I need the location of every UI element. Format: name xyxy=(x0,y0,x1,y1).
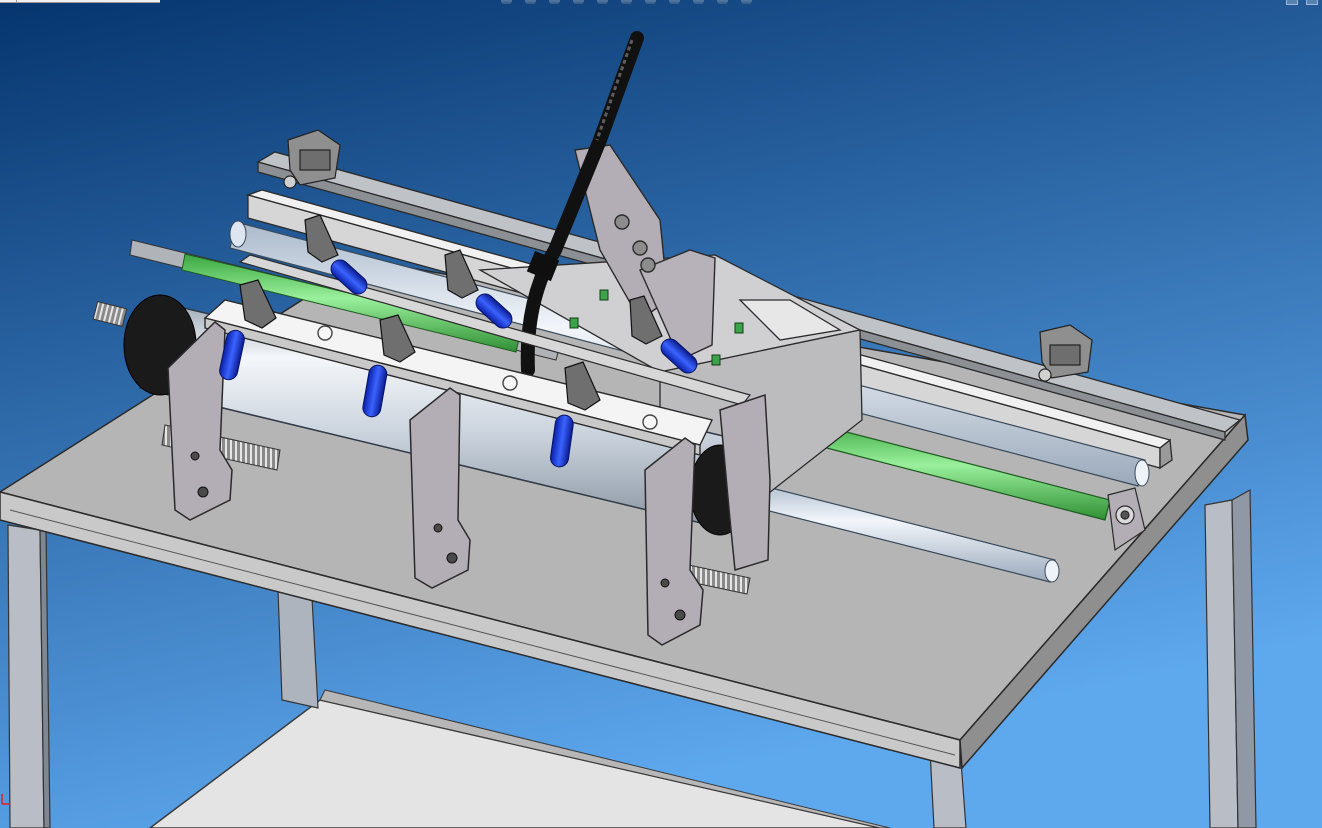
heads-up-view-toolbar xyxy=(500,0,754,7)
realview-icon[interactable] xyxy=(740,0,754,5)
hide-show-items-icon[interactable] xyxy=(644,0,658,5)
view-settings-icon[interactable] xyxy=(716,0,730,5)
restore-icon[interactable] xyxy=(1286,0,1298,5)
graphics-viewport[interactable] xyxy=(0,0,1322,828)
zoom-to-fit-icon[interactable] xyxy=(500,0,514,5)
display-style-icon[interactable] xyxy=(620,0,634,5)
window-controls xyxy=(1286,0,1318,5)
close-icon[interactable] xyxy=(1306,0,1318,5)
section-view-icon[interactable] xyxy=(572,0,586,5)
edit-appearance-icon[interactable] xyxy=(668,0,682,5)
apply-scene-icon[interactable] xyxy=(692,0,706,5)
reference-triad xyxy=(1,794,10,805)
zoom-area-icon[interactable] xyxy=(524,0,538,5)
previous-view-icon[interactable] xyxy=(548,0,562,5)
feature-tree-panel-edge[interactable] xyxy=(0,0,160,3)
view-orientation-icon[interactable] xyxy=(596,0,610,5)
cad-model-view[interactable] xyxy=(0,0,1322,828)
